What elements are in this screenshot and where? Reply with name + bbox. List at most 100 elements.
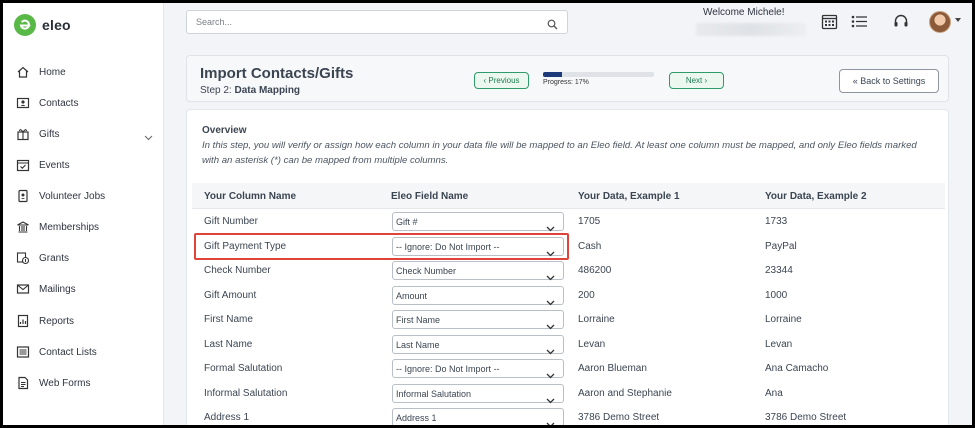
contact-card-icon <box>15 95 31 111</box>
eleo-field-select[interactable]: Check Number <box>392 261 564 281</box>
selected-field: Last Name <box>396 339 440 350</box>
column-name: Formal Salutation <box>204 363 283 374</box>
column-header: Your Data, Example 1 <box>578 191 680 202</box>
list-icon <box>15 344 31 360</box>
sidebar-item-memberships[interactable]: Memberships <box>3 215 163 239</box>
column-header: Your Column Name <box>204 191 297 202</box>
chevron-down-icon[interactable] <box>144 128 153 146</box>
eleo-field-select[interactable]: Address 1 <box>392 408 564 425</box>
column-name: Address 1 <box>204 412 250 423</box>
sidebar-item-mailings[interactable]: Mailings <box>3 277 163 301</box>
previous-label: Previous <box>488 76 520 85</box>
sidebar-item-grants[interactable]: Grants <box>3 246 163 270</box>
example-1: 1705 <box>578 216 601 227</box>
table-row: Gift Amount Amount 200 1000 <box>192 284 945 308</box>
selected-field: Address 1 <box>396 413 437 423</box>
example-2: Levan <box>765 338 793 350</box>
avatar[interactable] <box>929 11 951 33</box>
example-2: PayPal <box>765 240 797 252</box>
welcome-text: Welcome Michele! <box>703 7 785 18</box>
report-icon <box>15 313 31 329</box>
logo[interactable]: eleo <box>14 14 71 36</box>
sidebar-item-label: Mailings <box>39 283 76 295</box>
calendar-check-icon <box>15 157 31 173</box>
column-name: Gift Number <box>204 216 258 227</box>
sidebar-item-volunteer-jobs[interactable]: Volunteer Jobs <box>3 184 163 208</box>
sidebar-item-events[interactable]: Events <box>3 153 163 177</box>
table-row: Address 1 Address 1 3786 Demo Street 378… <box>192 406 945 425</box>
envelope-icon <box>15 281 31 297</box>
eleo-field-select[interactable]: Gift # <box>392 212 564 232</box>
column-header: Your Data, Example 2 <box>765 191 867 202</box>
sidebar-item-label: Home <box>39 66 66 78</box>
sidebar-item-gifts[interactable]: Gifts <box>3 122 163 146</box>
selected-field: Gift # <box>396 217 418 227</box>
eleo-field-select[interactable]: Last Name <box>392 334 564 354</box>
logo-text: eleo <box>42 17 71 33</box>
example-1: Aaron and Stephanie <box>578 387 672 399</box>
eleo-field-select[interactable]: Amount <box>392 285 564 305</box>
search-icon[interactable] <box>547 17 558 35</box>
sidebar-item-reports[interactable]: Reports <box>3 309 163 333</box>
example-2: 1000 <box>765 289 788 301</box>
building-icon <box>15 219 31 235</box>
column-name: Informal Salutation <box>204 387 288 399</box>
next-button[interactable]: Next › <box>669 72 724 89</box>
calendar-icon[interactable] <box>820 12 838 30</box>
search-input[interactable] <box>196 17 526 27</box>
home-icon <box>15 64 31 80</box>
table-row: Gift Payment Type -- Ignore: Do Not Impo… <box>192 235 945 259</box>
back-to-settings-button[interactable]: « Back to Settings <box>839 69 939 93</box>
eleo-logo-icon <box>14 14 36 36</box>
redacted-user-info <box>696 23 806 36</box>
example-2: Ana Camacho <box>765 363 829 374</box>
eleo-field-select[interactable]: -- Ignore: Do Not Import -- <box>392 359 564 379</box>
example-1: Lorraine <box>578 314 615 325</box>
headset-icon[interactable] <box>892 12 910 30</box>
search-box[interactable] <box>186 10 568 34</box>
example-1: 3786 Demo Street <box>578 412 660 423</box>
sidebar-item-home[interactable]: Home <box>3 60 163 84</box>
example-2: 3786 Demo Street <box>765 412 847 423</box>
progress-fill <box>543 72 562 77</box>
next-label: Next <box>685 76 703 85</box>
grant-icon <box>15 250 31 266</box>
chevron-right-icon: › <box>704 76 708 85</box>
table-row: Gift Number Gift # 1705 1733 <box>192 210 945 234</box>
app-window: eleo Home Contacts Gifts Events Voluntee… <box>3 3 972 425</box>
overview-title: Overview <box>202 125 247 136</box>
task-list-icon[interactable] <box>850 12 868 30</box>
example-2: 1733 <box>765 216 788 227</box>
table-row: First Name First Name Lorraine Lorraine <box>192 308 945 332</box>
example-1: Cash <box>578 240 602 252</box>
example-2: 23344 <box>765 265 793 276</box>
selected-field: Amount <box>396 290 428 301</box>
sidebar-item-label: Contact Lists <box>39 346 97 358</box>
step-prefix: Step 2: <box>200 85 232 96</box>
step-name: Data Mapping <box>234 85 301 96</box>
eleo-field-select[interactable]: Informal Salutation <box>392 383 564 403</box>
sidebar-item-contact-lists[interactable]: Contact Lists <box>3 340 163 364</box>
sidebar-item-label: Reports <box>39 315 75 327</box>
back-label: Back to Settings <box>860 76 926 86</box>
sidebar-item-web-forms[interactable]: Web Forms <box>3 371 163 395</box>
chevron-left-icon: ‹ <box>483 76 487 85</box>
sidebar-item-label: Memberships <box>39 221 100 233</box>
sidebar-item-label: Volunteer Jobs <box>39 190 106 202</box>
column-header: Eleo Field Name <box>391 191 469 202</box>
table-header: Your Column Name Eleo Field Name Your Da… <box>192 183 945 209</box>
progress-bar <box>543 72 654 77</box>
selected-field: Informal Salutation <box>396 388 472 399</box>
column-name: Check Number <box>204 265 271 276</box>
double-chevron-left-icon: « <box>852 76 858 86</box>
eleo-field-select[interactable]: First Name <box>392 310 564 330</box>
eleo-field-select[interactable]: -- Ignore: Do Not Import -- <box>392 236 564 256</box>
example-2: Ana <box>765 387 783 399</box>
previous-button[interactable]: ‹ Previous <box>474 72 529 89</box>
selected-field: Check Number <box>396 266 457 276</box>
caret-down-icon[interactable] <box>955 18 961 22</box>
selected-field: -- Ignore: Do Not Import -- <box>396 241 500 252</box>
column-name: Last Name <box>204 338 253 350</box>
sidebar-item-contacts[interactable]: Contacts <box>3 91 163 115</box>
progress-label: Progress: 17% <box>543 79 589 86</box>
